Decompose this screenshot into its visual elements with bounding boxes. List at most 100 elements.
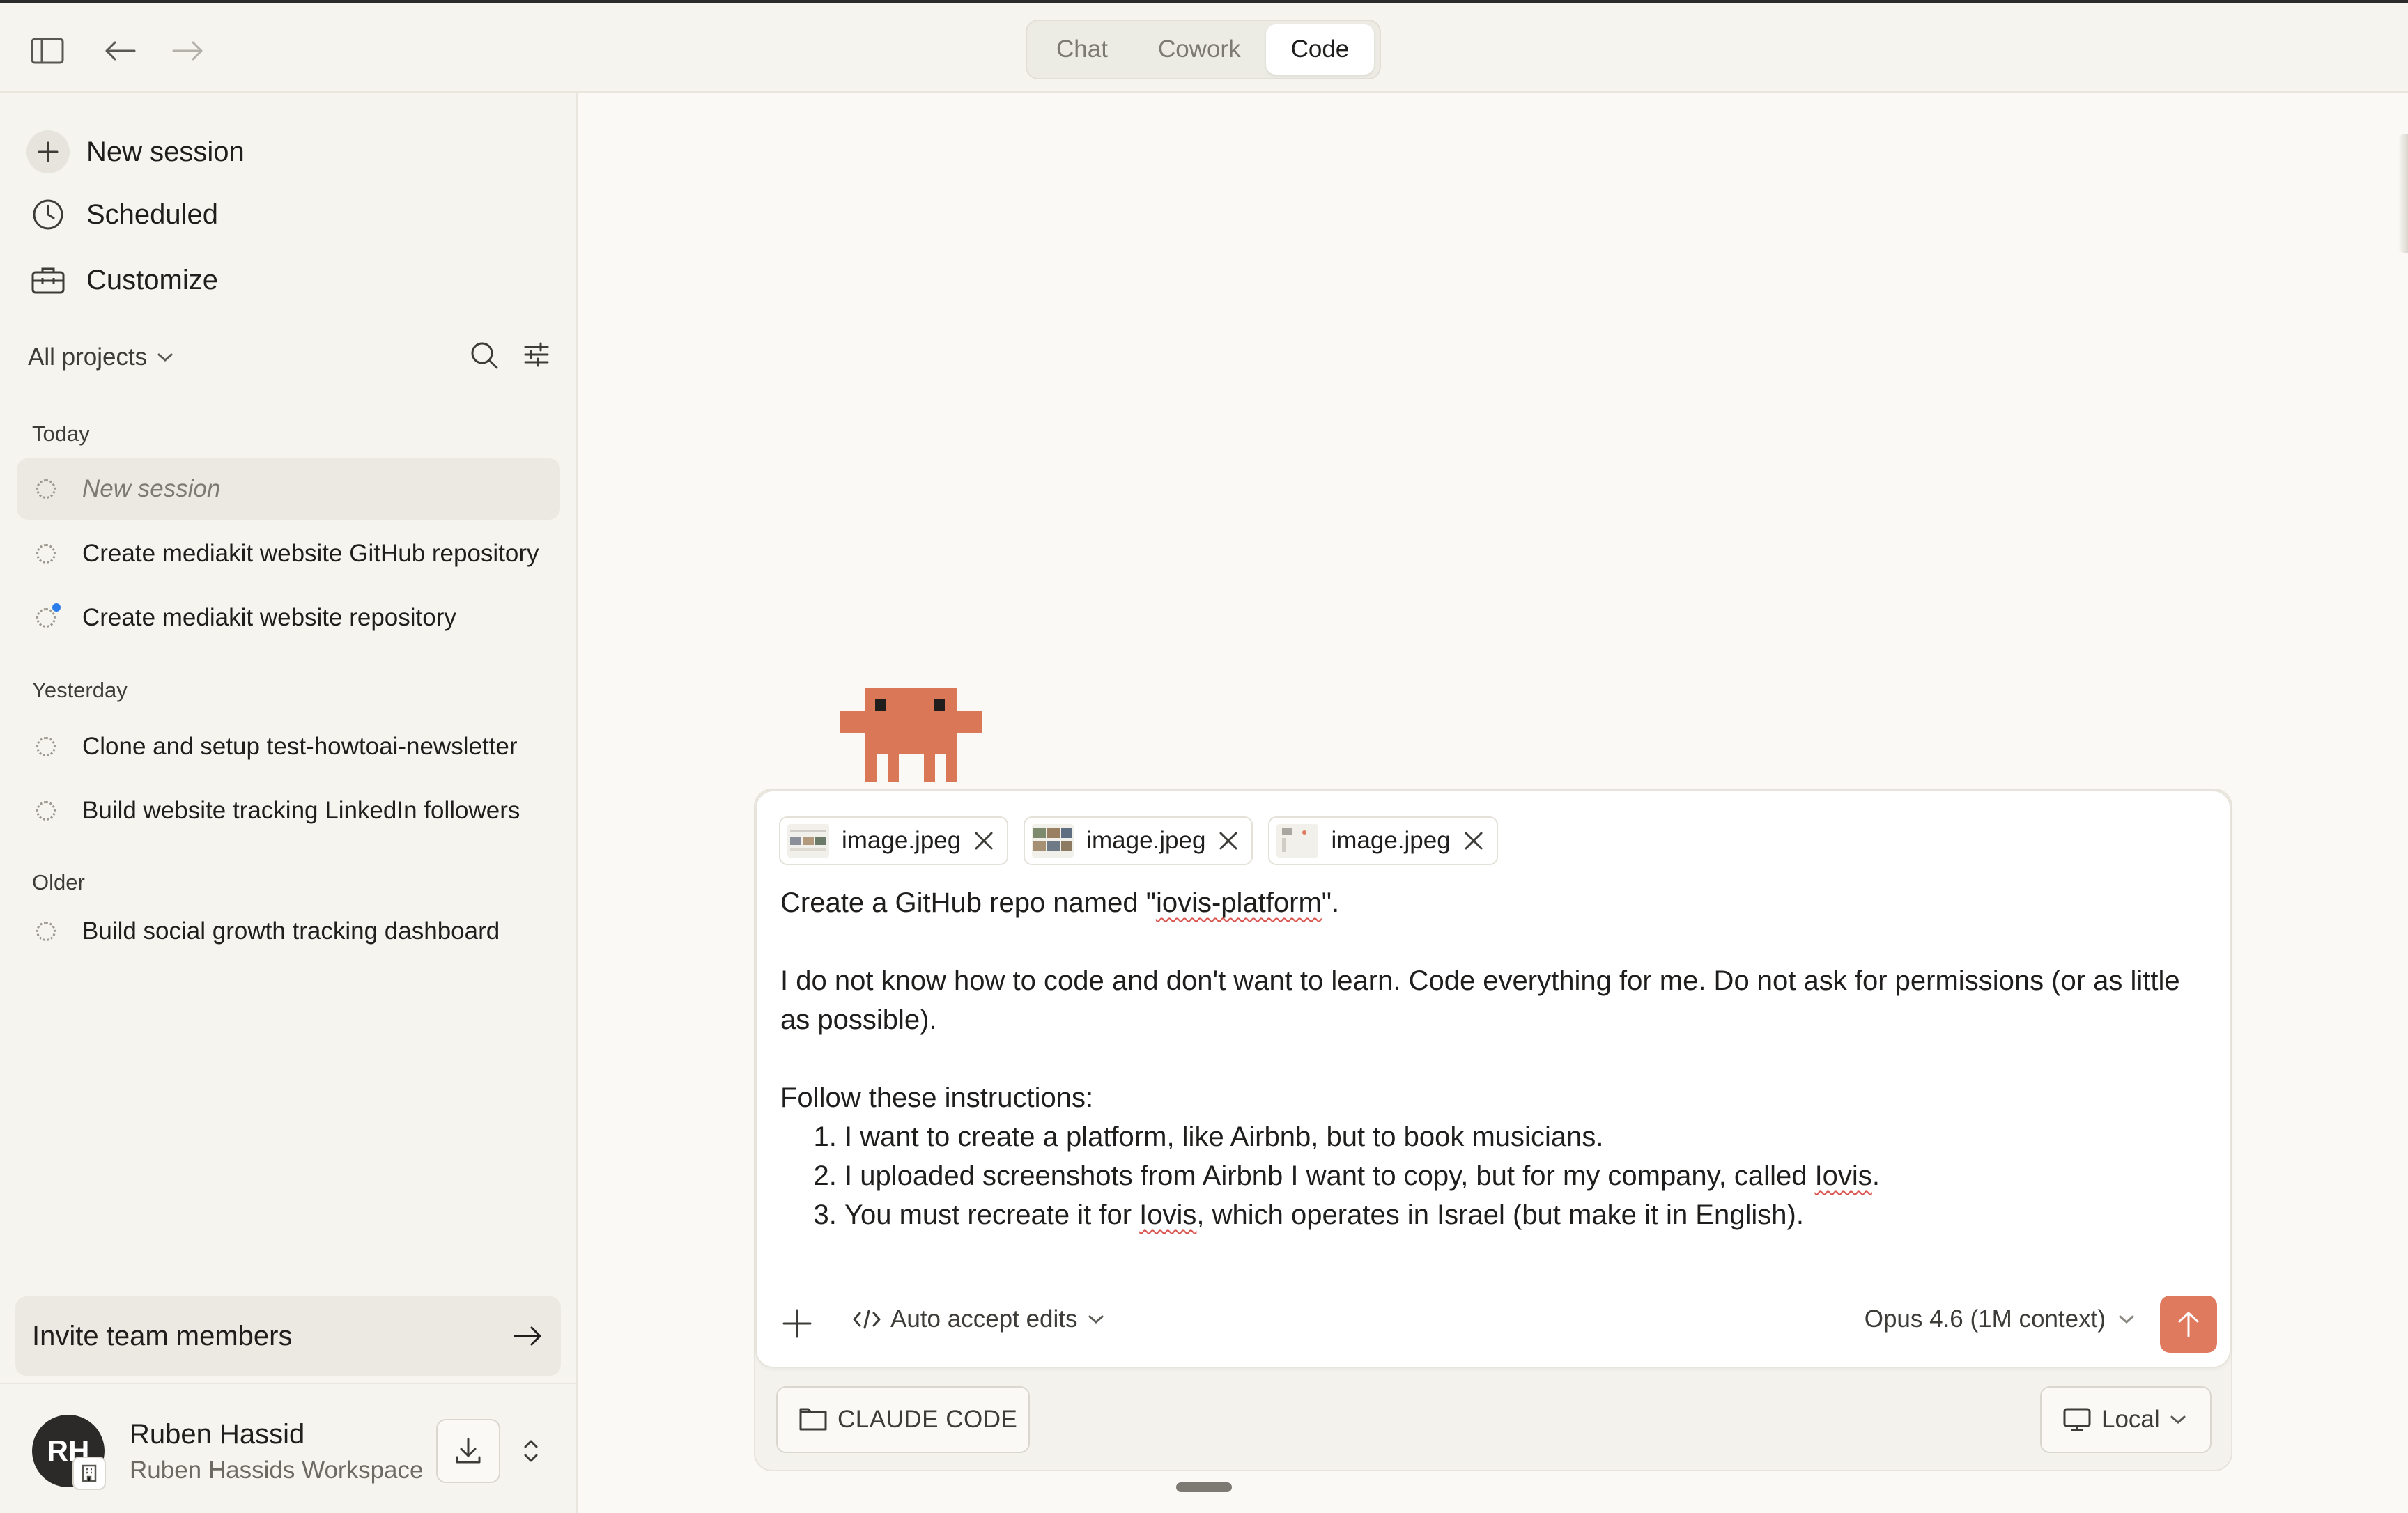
folder-label: CLAUDE CODE — [838, 1406, 1018, 1433]
session-title: Create mediakit website GitHub repositor… — [82, 540, 539, 567]
session-status-icon — [36, 603, 61, 628]
download-button[interactable] — [436, 1419, 500, 1483]
prompt-paragraph: I do not know how to code and don't want… — [780, 965, 2180, 1035]
account-switcher-icon[interactable] — [518, 1433, 543, 1469]
model-label: Opus 4.6 (1M context) — [1864, 1305, 2106, 1333]
session-item[interactable]: Build website tracking LinkedIn follower… — [17, 780, 560, 841]
resize-handle[interactable] — [1176, 1482, 1232, 1492]
brand-name: Iovis — [1814, 1161, 1872, 1191]
session-item[interactable]: Create mediakit website repository — [17, 587, 560, 649]
scheduled-button[interactable]: Scheduled — [26, 190, 218, 239]
chevron-down-icon — [2119, 1315, 2134, 1324]
session-status-icon — [36, 922, 56, 941]
plus-icon — [782, 1309, 812, 1338]
session-item[interactable]: Build social growth tracking dashboard — [17, 901, 560, 962]
environment-dropdown[interactable]: Local — [2040, 1386, 2212, 1453]
tab-cowork[interactable]: Cowork — [1133, 24, 1266, 75]
session-title: New session — [82, 475, 221, 502]
user-name: Ruben Hassid — [130, 1419, 305, 1450]
clock-icon — [26, 193, 70, 236]
folder-icon — [799, 1408, 827, 1431]
chevron-down-icon — [157, 353, 173, 362]
projects-filter-label: All projects — [28, 343, 148, 371]
app-window: Chat Cowork Code New session Scheduled C… — [0, 0, 2408, 1513]
session-item[interactable]: New session — [17, 458, 560, 520]
new-session-label: New session — [86, 136, 245, 167]
filter-sliders-icon[interactable] — [523, 341, 550, 368]
image-thumbnail — [787, 824, 829, 858]
section-older: Older — [32, 870, 85, 894]
attachment-chip[interactable]: image.jpeg — [1268, 816, 1498, 865]
download-icon — [456, 1438, 481, 1464]
close-icon[interactable] — [1463, 830, 1484, 851]
projects-filter-dropdown[interactable]: All projects — [28, 343, 173, 371]
session-title: Build social growth tracking dashboard — [82, 917, 500, 945]
arrow-up-icon — [2178, 1312, 2199, 1337]
list-item: You must recreate it for Iovis, which op… — [844, 1195, 2216, 1234]
scheduled-label: Scheduled — [86, 199, 219, 230]
list-item: I want to create a platform, like Airbnb… — [844, 1117, 2216, 1156]
prompt-heading: Follow these instructions: — [780, 1083, 1094, 1113]
session-title: Clone and setup test-howtoai-newsletter — [82, 733, 518, 760]
attachments: image.jpeg image.jpeg image.jpeg — [779, 816, 1498, 865]
environment-label: Local — [2101, 1406, 2160, 1433]
attachment-name: image.jpeg — [842, 827, 962, 854]
building-icon — [72, 1457, 106, 1490]
instruction-list: I want to create a platform, like Airbnb… — [780, 1117, 2216, 1234]
session-status-icon — [36, 544, 56, 564]
invite-label: Invite team members — [32, 1320, 293, 1351]
repo-name: iovis-platform — [1155, 887, 1322, 918]
session-status-icon — [36, 479, 56, 499]
tab-chat[interactable]: Chat — [1031, 24, 1133, 75]
image-thumbnail — [1032, 824, 1074, 858]
mode-label: Auto accept edits — [890, 1305, 1078, 1333]
mode-tabs: Chat Cowork Code — [1026, 20, 1381, 79]
back-arrow-icon[interactable] — [103, 34, 137, 68]
close-icon[interactable] — [973, 830, 994, 851]
arrow-right-icon — [514, 1326, 541, 1346]
briefcase-icon — [26, 258, 70, 302]
model-dropdown[interactable]: Opus 4.6 (1M context) — [1865, 1305, 2135, 1333]
top-bar: Chat Cowork Code — [0, 0, 2408, 93]
chevron-down-icon — [2170, 1415, 2186, 1425]
session-status-icon — [36, 801, 56, 821]
image-thumbnail — [1276, 824, 1319, 858]
session-item[interactable]: Create mediakit website GitHub repositor… — [17, 523, 560, 584]
attachment-chip[interactable]: image.jpeg — [779, 816, 1009, 865]
prompt-line: Create a GitHub repo named "iovis-platfo… — [780, 887, 1340, 918]
customize-button[interactable]: Customize — [26, 256, 218, 304]
customize-label: Customize — [86, 264, 218, 295]
composer-toolbar: Auto accept edits Opus 4.6 (1M context) — [757, 1290, 2232, 1357]
prompt-text[interactable]: Create a GitHub repo named "iovis-platfo… — [780, 883, 2216, 1234]
search-icon[interactable] — [470, 341, 499, 370]
monitor-icon — [2063, 1408, 2091, 1431]
session-title: Build website tracking LinkedIn follower… — [82, 797, 520, 824]
invite-team-button[interactable]: Invite team members — [15, 1296, 561, 1376]
unread-dot-icon — [52, 603, 61, 612]
sidebar-toggle-icon[interactable] — [31, 34, 64, 68]
composer[interactable]: image.jpeg image.jpeg image.jpeg Create … — [755, 790, 2231, 1368]
list-item: I uploaded screenshots from Airbnb I wan… — [844, 1156, 2216, 1195]
new-session-button[interactable]: New session — [26, 127, 245, 176]
add-attachment-button[interactable] — [776, 1303, 818, 1344]
chevron-down-icon — [1088, 1315, 1103, 1324]
session-status-icon — [36, 737, 56, 756]
session-item[interactable]: Clone and setup test-howtoai-newsletter — [17, 716, 560, 777]
close-icon[interactable] — [1218, 830, 1239, 851]
attachment-name: image.jpeg — [1331, 827, 1451, 854]
attachment-name: image.jpeg — [1086, 827, 1206, 854]
plus-icon — [26, 130, 70, 173]
send-button[interactable] — [2160, 1296, 2217, 1353]
folder-selector-button[interactable]: CLAUDE CODE — [776, 1386, 1030, 1453]
code-icon — [853, 1310, 881, 1329]
forward-arrow-icon[interactable] — [171, 34, 205, 68]
scroll-edge — [2398, 134, 2408, 253]
attachment-chip[interactable]: image.jpeg — [1024, 816, 1253, 865]
user-profile[interactable]: RH Ruben Hassid Ruben Hassids Workspace — [0, 1383, 578, 1513]
tab-code[interactable]: Code — [1265, 24, 1375, 75]
sidebar: New session Scheduled Customize All proj… — [0, 93, 578, 1513]
user-workspace: Ruben Hassids Workspace — [130, 1457, 424, 1484]
mode-dropdown[interactable]: Auto accept edits — [853, 1305, 1104, 1333]
projects-row: All projects — [28, 336, 550, 378]
mascot-icon — [840, 688, 982, 782]
